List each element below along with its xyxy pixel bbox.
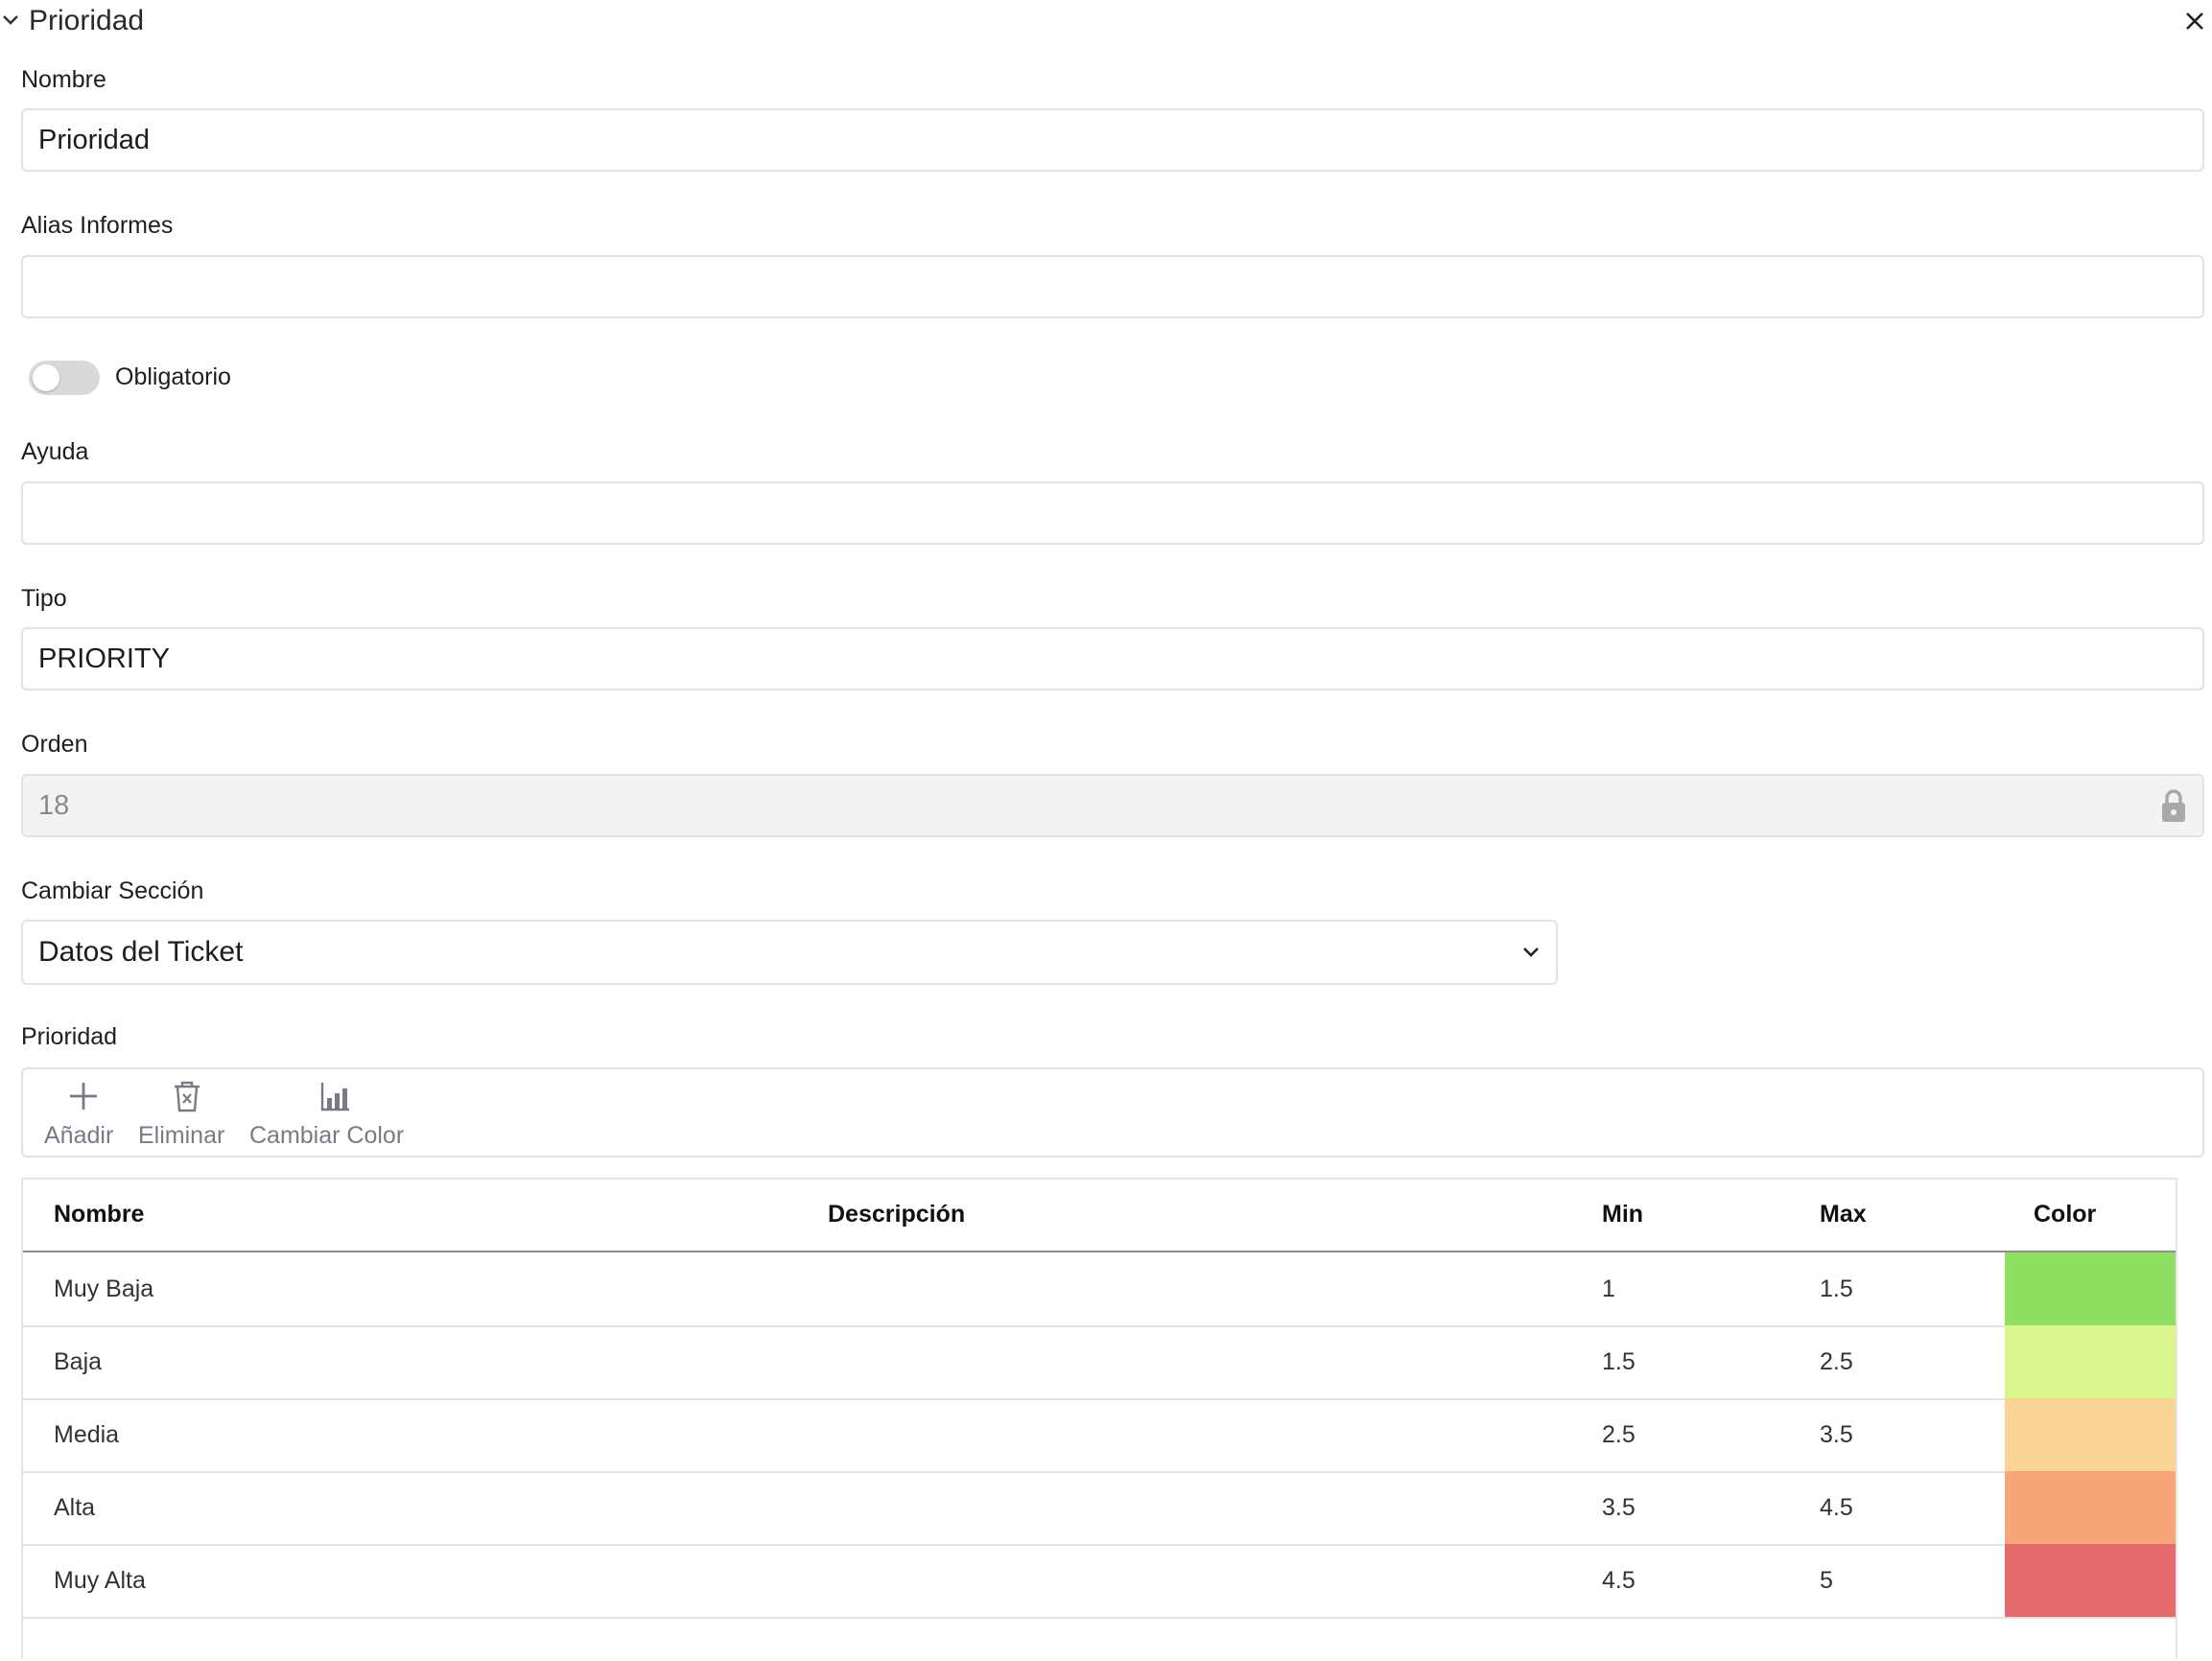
bar-chart-icon bbox=[320, 1083, 349, 1111]
add-button[interactable]: Añadir bbox=[44, 1069, 123, 1156]
cell-nombre: Muy Baja bbox=[54, 1275, 154, 1302]
grid-header: Nombre Descripción Min Max Color bbox=[23, 1180, 2176, 1252]
cell-nombre: Media bbox=[54, 1421, 120, 1448]
alias-label: Alias Informes bbox=[21, 212, 174, 239]
cell-min: 4.5 bbox=[1602, 1567, 1635, 1594]
chevron-down-icon bbox=[1523, 947, 1539, 957]
plus-icon bbox=[70, 1083, 97, 1110]
cell-nombre: Alta bbox=[54, 1494, 96, 1521]
change-color-label: Cambiar Color bbox=[249, 1122, 405, 1149]
priority-grid: Nombre Descripción Min Max Color Muy Baj… bbox=[21, 1178, 2177, 1659]
seccion-selected-value: Datos del Ticket bbox=[38, 936, 244, 968]
color-swatch[interactable] bbox=[2005, 1398, 2176, 1471]
column-header-nombre[interactable]: Nombre bbox=[54, 1199, 144, 1229]
toggle-knob bbox=[33, 364, 59, 391]
delete-label: Eliminar bbox=[138, 1122, 225, 1149]
color-swatch[interactable] bbox=[2005, 1325, 2176, 1398]
ayuda-label: Ayuda bbox=[21, 438, 89, 465]
cell-min: 1.5 bbox=[1602, 1348, 1635, 1375]
color-swatch[interactable] bbox=[2005, 1252, 2176, 1325]
table-row[interactable]: Media 2.5 3.5 bbox=[23, 1398, 2176, 1473]
orden-label: Orden bbox=[21, 731, 88, 758]
cell-nombre: Muy Alta bbox=[54, 1567, 146, 1594]
nombre-label: Nombre bbox=[21, 66, 106, 93]
cell-max: 5 bbox=[1820, 1567, 1833, 1594]
prioridad-label: Prioridad bbox=[21, 1023, 118, 1050]
column-header-descripcion[interactable]: Descripción bbox=[828, 1199, 965, 1229]
cell-nombre: Baja bbox=[54, 1348, 103, 1375]
tipo-label: Tipo bbox=[21, 585, 67, 612]
cell-max: 4.5 bbox=[1820, 1494, 1853, 1521]
panel-header: Prioridad bbox=[0, 0, 2212, 42]
alias-input[interactable] bbox=[21, 255, 2204, 318]
obligatorio-label: Obligatorio bbox=[115, 363, 231, 390]
nombre-input[interactable] bbox=[21, 108, 2204, 172]
close-icon bbox=[2186, 12, 2203, 30]
seccion-select[interactable]: Datos del Ticket bbox=[21, 920, 1558, 985]
close-button[interactable] bbox=[2177, 4, 2212, 38]
trash-icon bbox=[175, 1081, 200, 1112]
grid-toolbar: Añadir Eliminar Cambiar Color bbox=[21, 1067, 2204, 1158]
change-color-button[interactable]: Cambiar Color bbox=[249, 1069, 424, 1156]
column-header-min[interactable]: Min bbox=[1602, 1199, 1643, 1229]
table-row[interactable]: Muy Baja 1 1.5 bbox=[23, 1252, 2176, 1327]
column-header-max[interactable]: Max bbox=[1820, 1199, 1867, 1229]
orden-input bbox=[21, 774, 2204, 837]
seccion-label: Cambiar Sección bbox=[21, 877, 204, 904]
color-swatch[interactable] bbox=[2005, 1544, 2176, 1617]
cell-min: 1 bbox=[1602, 1275, 1615, 1302]
chevron-down-icon[interactable] bbox=[0, 8, 21, 33]
column-header-color[interactable]: Color bbox=[2034, 1199, 2096, 1229]
cell-min: 3.5 bbox=[1602, 1494, 1635, 1521]
cell-max: 3.5 bbox=[1820, 1421, 1853, 1448]
tipo-input[interactable] bbox=[21, 627, 2204, 690]
cell-max: 1.5 bbox=[1820, 1275, 1853, 1302]
cell-max: 2.5 bbox=[1820, 1348, 1853, 1375]
color-swatch[interactable] bbox=[2005, 1471, 2176, 1544]
cell-min: 2.5 bbox=[1602, 1421, 1635, 1448]
lock-icon bbox=[2162, 789, 2185, 822]
obligatorio-toggle[interactable] bbox=[29, 361, 100, 395]
ayuda-input[interactable] bbox=[21, 481, 2204, 545]
table-row[interactable]: Muy Alta 4.5 5 bbox=[23, 1544, 2176, 1619]
delete-button[interactable]: Eliminar bbox=[138, 1069, 236, 1156]
add-label: Añadir bbox=[44, 1122, 114, 1149]
panel-title: Prioridad bbox=[29, 5, 145, 36]
table-row[interactable]: Alta 3.5 4.5 bbox=[23, 1471, 2176, 1546]
table-row[interactable]: Baja 1.5 2.5 bbox=[23, 1325, 2176, 1400]
field-editor-panel: Prioridad Nombre Alias Informes Obligato… bbox=[0, 0, 2212, 1661]
